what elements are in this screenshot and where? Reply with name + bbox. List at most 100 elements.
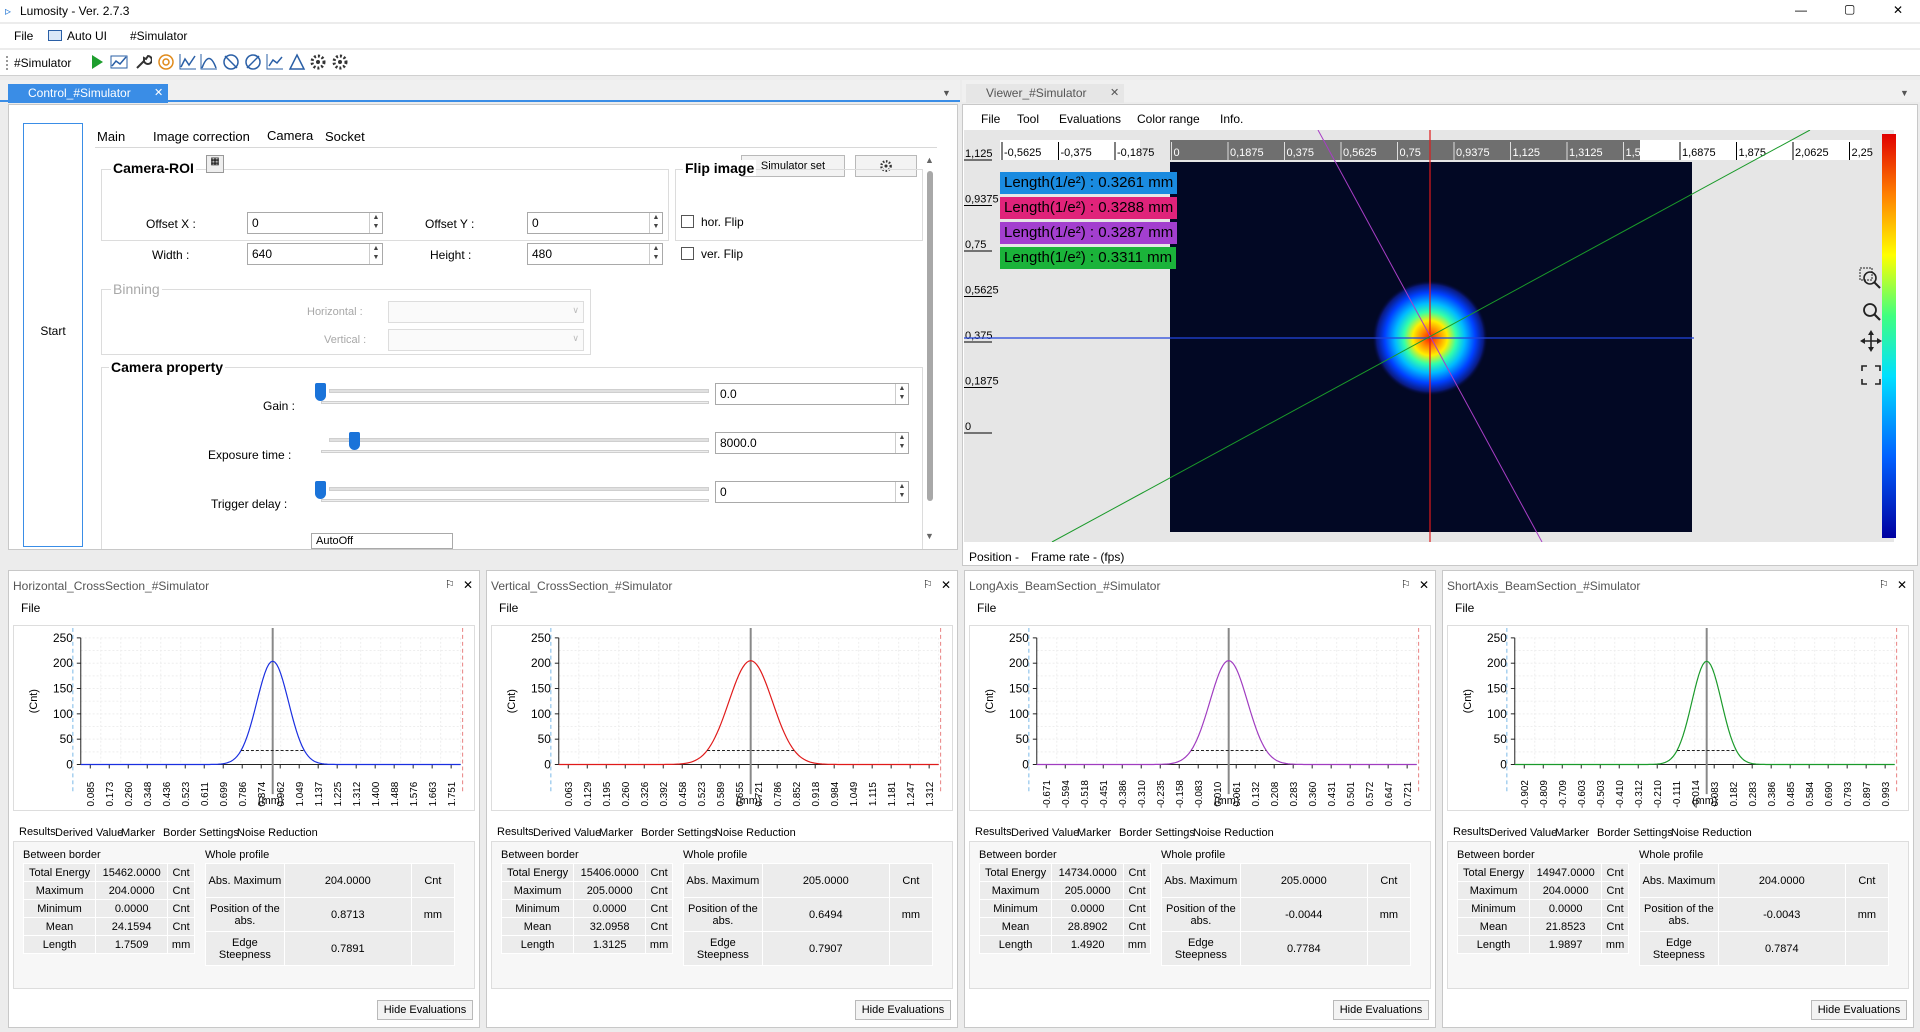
panel-dropdown-icon[interactable]: ▼ [942, 88, 951, 98]
profile-chart[interactable]: 250 200 150 100 50 0 (Cnt) -0.902 -0.809 -0.709 -0… [1447, 625, 1909, 811]
trigger-delay-stepper[interactable]: ▲ ▼ [895, 482, 908, 502]
exposure-slider-thumb[interactable] [349, 432, 361, 450]
viewer-menu-info[interactable]: Info. [1220, 112, 1243, 126]
result-tab-noise-reduction[interactable]: Noise Reduction [237, 827, 318, 839]
profile-chart[interactable]: 250 200 150 100 50 0 (Cnt) -0.671 -0.594 -0.518 -0… [969, 625, 1431, 811]
line-chart-icon[interactable] [179, 53, 197, 71]
profile-chart-icon[interactable] [200, 53, 218, 71]
exposure-stepper[interactable]: ▲ ▼ [895, 433, 908, 453]
panel-menu-file[interactable]: File [1455, 601, 1474, 615]
gain-input[interactable]: 0.0 ▲ ▼ [715, 383, 909, 405]
hide-evaluations-button[interactable]: Hide Evaluations [377, 1000, 473, 1020]
beam-section-icon[interactable] [222, 53, 240, 71]
close-window-button[interactable]: ✕ [1893, 3, 1903, 17]
close-panel-icon[interactable]: ✕ [1419, 578, 1429, 592]
viewer-menu-tool[interactable]: Tool [1017, 112, 1039, 126]
cone-icon[interactable] [288, 53, 306, 71]
hor-flip-checkbox[interactable] [681, 215, 694, 228]
scroll-up-icon[interactable]: ▲ [925, 155, 934, 165]
tab-image-correction[interactable]: Image correction [153, 129, 250, 144]
offset-x-stepper[interactable]: ▲ ▼ [369, 213, 382, 233]
close-panel-icon[interactable]: ✕ [1897, 578, 1907, 592]
viewer-dropdown-icon[interactable]: ▼ [1900, 88, 1909, 98]
hide-evaluations-button[interactable]: Hide Evaluations [1333, 1000, 1429, 1020]
profile-chart[interactable]: 250 200 150 100 50 0 (Cnt) 0.085 0.173 0.260 0.348… [13, 625, 475, 811]
trigger-slider-track[interactable] [329, 487, 709, 491]
height-input[interactable]: 480 ▲ ▼ [527, 243, 663, 265]
close-panel-icon[interactable]: ✕ [463, 578, 473, 592]
result-tab-noise-reduction[interactable]: Noise Reduction [1671, 827, 1752, 839]
hide-evaluations-button[interactable]: Hide Evaluations [855, 1000, 951, 1020]
scroll-down-icon[interactable]: ▼ [925, 531, 934, 541]
beam-analysis-icon[interactable] [244, 53, 262, 71]
pin-icon[interactable]: ⚐ [1879, 578, 1889, 591]
viewer-menu-evaluations[interactable]: Evaluations [1059, 112, 1121, 126]
target-icon[interactable] [157, 53, 175, 71]
ver-flip-label[interactable]: ver. Flip [701, 247, 743, 261]
result-tab-derived-value[interactable]: Derived Value [1011, 827, 1079, 839]
result-tab-marker[interactable]: Marker [121, 827, 155, 839]
settings-gear-icon[interactable] [309, 53, 327, 71]
panel-menu-file[interactable]: File [977, 601, 996, 615]
offset-y-stepper[interactable]: ▲ ▼ [649, 213, 662, 233]
pin-icon[interactable]: ⚐ [445, 578, 455, 591]
roi-lock-button[interactable]: ▦ [206, 155, 224, 173]
result-tab-border-settings[interactable]: Border Settings [1597, 827, 1673, 839]
offset-y-input[interactable]: 0 ▲ ▼ [527, 212, 663, 234]
play-icon[interactable] [88, 53, 106, 71]
statistics-icon[interactable] [266, 53, 284, 71]
menu-simulator[interactable]: #Simulator [130, 29, 187, 43]
width-input[interactable]: 640 ▲ ▼ [247, 243, 383, 265]
result-tab-results[interactable]: Results [973, 825, 1014, 839]
gain-stepper[interactable]: ▲ ▼ [895, 384, 908, 404]
panel-menu-file[interactable]: File [499, 601, 518, 615]
viewer-menu-color-range[interactable]: Color range [1137, 112, 1200, 126]
viewer-menu-file[interactable]: File [981, 112, 1000, 126]
result-tab-derived-value[interactable]: Derived Value [1489, 827, 1557, 839]
advanced-settings-icon[interactable] [331, 53, 349, 71]
ver-flip-checkbox[interactable] [681, 247, 694, 260]
close-tab-icon[interactable]: ✕ [1110, 86, 1119, 99]
result-tab-noise-reduction[interactable]: Noise Reduction [1193, 827, 1274, 839]
result-tab-results[interactable]: Results [1451, 825, 1492, 839]
result-tab-border-settings[interactable]: Border Settings [641, 827, 717, 839]
trigger-delay-input[interactable]: 0 ▲ ▼ [715, 481, 909, 503]
width-stepper[interactable]: ▲ ▼ [369, 244, 382, 264]
exposure-slider-track[interactable] [329, 438, 709, 442]
profile-chart[interactable]: 250 200 150 100 50 0 (Cnt) 0.063 0.129 0.195 0.260… [491, 625, 953, 811]
close-panel-icon[interactable]: ✕ [941, 578, 951, 592]
pin-icon[interactable]: ⚐ [923, 578, 933, 591]
tab-viewer-simulator[interactable]: Viewer_#Simulator ✕ [966, 84, 1124, 103]
scroll-thumb[interactable] [927, 171, 933, 501]
menu-file[interactable]: File [14, 29, 33, 43]
tab-control-simulator[interactable]: Control_#Simulator ✕ [8, 84, 168, 103]
panel-menu-file[interactable]: File [21, 601, 40, 615]
result-tab-derived-value[interactable]: Derived Value [55, 827, 123, 839]
exposure-input[interactable]: 8000.0 ▲ ▼ [715, 432, 909, 454]
vertical-scrollbar[interactable]: ▲ ▼ [923, 155, 937, 543]
result-tab-marker[interactable]: Marker [599, 827, 633, 839]
close-tab-icon[interactable]: ✕ [154, 86, 163, 99]
menu-auto-ui[interactable]: Auto UI [67, 29, 107, 43]
trigger-mode-select[interactable]: AutoOff [311, 533, 453, 549]
result-tab-derived-value[interactable]: Derived Value [533, 827, 601, 839]
wrench-icon[interactable] [134, 53, 152, 71]
minimize-button[interactable]: — [1795, 3, 1807, 17]
result-tab-results[interactable]: Results [17, 825, 58, 839]
maximize-button[interactable]: ▢ [1844, 2, 1855, 16]
start-button[interactable]: Start [23, 123, 83, 547]
hide-evaluations-button[interactable]: Hide Evaluations [1811, 1000, 1907, 1020]
trigger-slider-thumb[interactable] [315, 481, 326, 499]
chart-icon[interactable] [110, 53, 128, 71]
offset-x-input[interactable]: 0 ▲ ▼ [247, 212, 383, 234]
tab-camera[interactable]: Camera [267, 128, 314, 143]
pin-icon[interactable]: ⚐ [1401, 578, 1411, 591]
result-tab-border-settings[interactable]: Border Settings [1119, 827, 1195, 839]
height-stepper[interactable]: ▲ ▼ [649, 244, 662, 264]
gain-slider-thumb[interactable] [315, 383, 326, 401]
result-tab-marker[interactable]: Marker [1077, 827, 1111, 839]
result-tab-results[interactable]: Results [495, 825, 536, 839]
result-tab-noise-reduction[interactable]: Noise Reduction [715, 827, 796, 839]
result-tab-border-settings[interactable]: Border Settings [163, 827, 239, 839]
gain-slider-track[interactable] [329, 389, 709, 393]
